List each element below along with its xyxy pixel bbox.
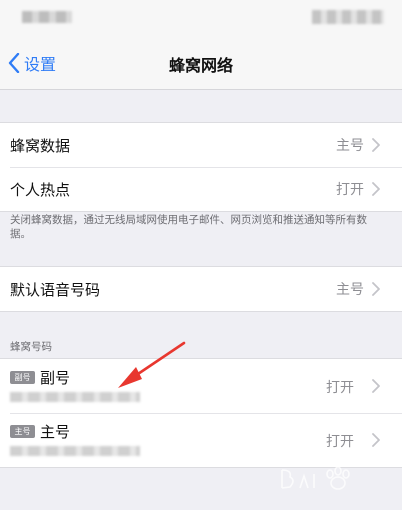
sim-line-status: 打开 <box>326 380 354 396</box>
row-value: 打开 <box>336 182 364 198</box>
cellular-data-group: 蜂窝数据 主号 个人热点 打开 <box>0 122 402 212</box>
cellular-lines-group: 副号 副号 打开 主号 主号 打开 <box>0 358 402 468</box>
status-bar-indicators-blurred <box>312 10 384 24</box>
chevron-right-icon <box>372 181 382 197</box>
status-bar <box>0 0 402 36</box>
status-bar-time-blurred <box>22 11 72 23</box>
sim-line-name: 副号 <box>40 369 71 387</box>
chevron-right-icon <box>372 281 382 297</box>
row-label: 默认语音号码 <box>10 280 101 299</box>
chevron-right-icon <box>372 137 382 153</box>
row-label: 蜂窝数据 <box>10 136 71 155</box>
row-label: 个人热点 <box>10 180 71 199</box>
default-voice-group: 默认语音号码 主号 <box>0 266 402 312</box>
navigation-bar: 设置 蜂窝网络 <box>0 36 402 90</box>
sim-line-name: 主号 <box>40 423 71 441</box>
sim-card-icon: 主号 <box>10 425 35 438</box>
phone-number-blurred <box>10 392 140 402</box>
row-value: 主号 <box>336 282 364 298</box>
row-default-voice-line[interactable]: 默认语音号码 主号 <box>0 267 402 311</box>
phone-number-blurred <box>10 446 140 456</box>
page-title: 蜂窝网络 <box>168 56 233 75</box>
watermark-logo <box>281 466 350 490</box>
cellular-settings-screen: 设置 蜂窝网络 蜂窝数据 主号 个人热点 打开 关闭蜂窝数据，通过无线局域网使用… <box>0 0 402 510</box>
sim-line-row[interactable]: 副号 副号 打开 <box>0 359 402 413</box>
sim-line-row[interactable]: 主号 主号 打开 <box>0 413 402 467</box>
row-value: 主号 <box>336 138 364 154</box>
section-header: 蜂窝号码 <box>10 341 52 353</box>
chevron-right-icon <box>372 378 382 394</box>
sim-card-icon: 副号 <box>10 371 35 384</box>
cellular-data-footnote: 关闭蜂窝数据，通过无线局域网使用电子邮件、网页浏览和推送通知等所有数据。 <box>10 214 367 240</box>
sim-line-status: 打开 <box>326 434 354 450</box>
chevron-right-icon <box>372 432 382 448</box>
row-cellular-data[interactable]: 蜂窝数据 主号 <box>0 123 402 167</box>
row-personal-hotspot[interactable]: 个人热点 打开 <box>0 167 402 211</box>
